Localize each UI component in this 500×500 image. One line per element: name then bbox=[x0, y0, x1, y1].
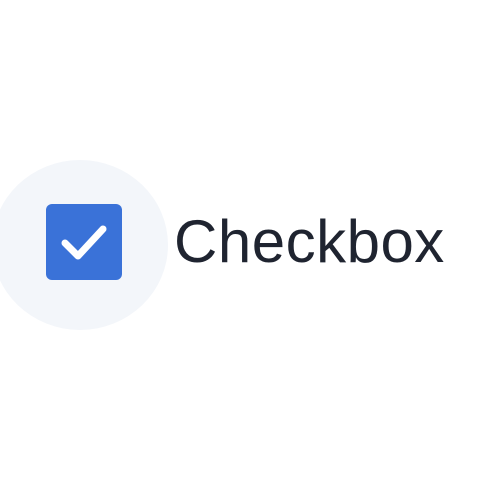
checkbox-control[interactable]: Checkbox bbox=[0, 160, 500, 330]
checkmark-icon bbox=[61, 225, 107, 260]
checkbox-label[interactable]: Checkbox bbox=[174, 206, 445, 278]
checkbox-box[interactable] bbox=[46, 204, 122, 280]
stage: Checkbox bbox=[0, 0, 500, 500]
